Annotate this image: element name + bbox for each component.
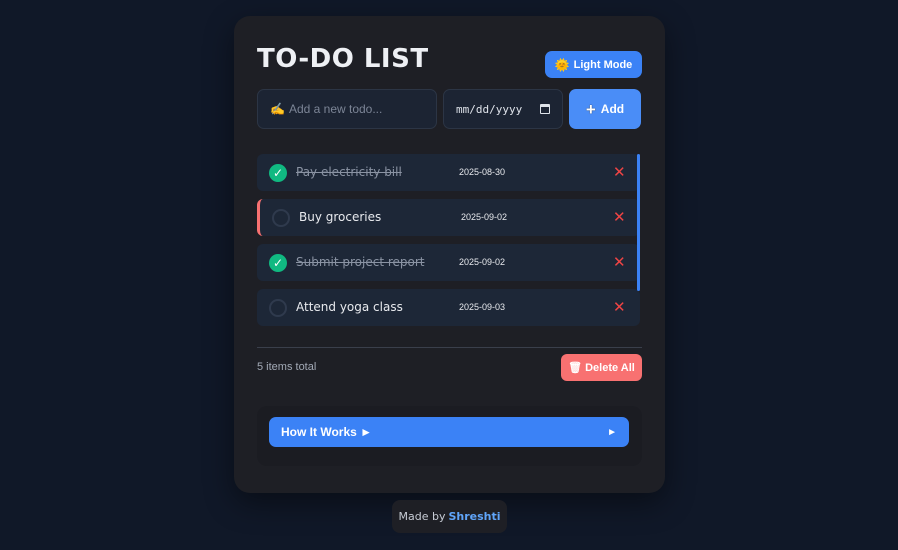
items-count: 5 items total bbox=[257, 361, 317, 373]
checked-icon[interactable]: ✓ bbox=[269, 254, 287, 272]
footer-prefix: Made by bbox=[398, 510, 446, 523]
writing-hand-icon: ✍ bbox=[270, 102, 285, 116]
delete-icon[interactable]: ✕ bbox=[613, 163, 626, 181]
todo-text: Buy groceries bbox=[299, 210, 382, 224]
todo-card: TO-DO LIST 🌞 Light Mode ✍ Add a new todo… bbox=[234, 16, 665, 493]
page-title: TO-DO LIST bbox=[257, 44, 429, 74]
plus-icon: + bbox=[585, 99, 596, 119]
todo-item[interactable]: Attend yoga class 2025-09-03 ✕ bbox=[257, 289, 640, 326]
todo-text-input[interactable]: ✍ Add a new todo... bbox=[257, 89, 437, 129]
delete-icon[interactable]: ✕ bbox=[613, 208, 626, 226]
todo-date: 2025-09-02 bbox=[459, 257, 506, 267]
expand-arrow-icon: ► bbox=[607, 426, 617, 438]
todo-item[interactable]: Buy groceries 2025-09-02 ✕ bbox=[257, 199, 640, 236]
unchecked-circle-icon[interactable] bbox=[269, 299, 287, 317]
author-link[interactable]: Shreshti bbox=[448, 510, 500, 523]
delete-icon[interactable]: ✕ bbox=[613, 253, 626, 271]
delete-all-label: Delete All bbox=[585, 361, 635, 374]
checked-icon[interactable]: ✓ bbox=[269, 164, 287, 182]
todo-text: Submit project report bbox=[296, 255, 425, 269]
todo-item[interactable]: ✓ Submit project report 2025-09-02 ✕ bbox=[257, 244, 640, 281]
todo-text: Attend yoga class bbox=[296, 300, 403, 314]
divider bbox=[257, 347, 642, 348]
footer: Made by Shreshti bbox=[392, 500, 507, 533]
todo-date: 2025-09-03 bbox=[459, 302, 506, 312]
due-date-input[interactable]: mm/dd/yyyy bbox=[443, 89, 563, 129]
light-mode-label: Light Mode bbox=[573, 58, 633, 71]
delete-icon[interactable]: ✕ bbox=[613, 298, 626, 316]
todo-input-placeholder: Add a new todo... bbox=[288, 102, 383, 116]
todo-date: 2025-08-30 bbox=[459, 167, 506, 177]
delete-all-button[interactable]: 🗑 Delete All bbox=[561, 354, 642, 381]
add-button[interactable]: + Add bbox=[569, 89, 641, 129]
how-it-works-button[interactable]: How It Works ► ► bbox=[269, 417, 629, 447]
how-it-works-panel: How It Works ► ► bbox=[257, 406, 642, 466]
how-it-works-label: How It Works ► bbox=[281, 425, 372, 439]
calendar-icon[interactable] bbox=[540, 104, 550, 114]
light-mode-toggle-button[interactable]: 🌞 Light Mode bbox=[545, 51, 642, 78]
add-button-label: Add bbox=[600, 102, 625, 116]
unchecked-circle-icon[interactable] bbox=[272, 209, 290, 227]
sun-icon: 🌞 bbox=[554, 57, 570, 72]
date-placeholder: mm/dd/yyyy bbox=[456, 102, 523, 116]
todo-date: 2025-09-02 bbox=[461, 212, 508, 222]
todo-text: Pay electricity bill bbox=[296, 165, 402, 179]
trash-icon: 🗑 bbox=[568, 362, 583, 374]
todo-item[interactable]: ✓ Pay electricity bill 2025-08-30 ✕ bbox=[257, 154, 640, 191]
list-scrollbar[interactable] bbox=[637, 154, 640, 291]
